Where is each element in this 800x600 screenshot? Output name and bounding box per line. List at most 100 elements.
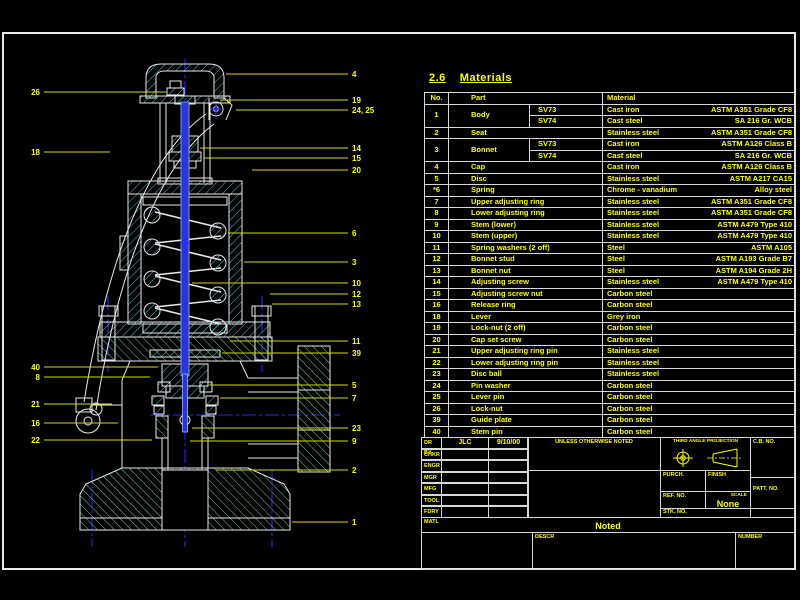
table-row: 5 Disc Stainless steel ASTM A217 CA15 [424, 172, 796, 185]
variant-cell: SV74 [529, 149, 603, 162]
material-cell: Stainless steel ASTM A351 Grade CF8 [602, 126, 796, 139]
callout-label: 16 [31, 419, 40, 428]
materials-table: No. Part Material 1 Body SV73 Cast iron ASTM… [424, 92, 796, 438]
approval-date [488, 483, 529, 495]
section-name: Materials [459, 72, 512, 84]
material-name: Carbon steel [607, 300, 653, 309]
material-name: Grey iron [607, 311, 641, 321]
part-name-cell: Bonnet stud [448, 253, 603, 266]
callout-label: 10 [352, 279, 361, 288]
callout-label: 22 [31, 436, 40, 445]
part-no-cell: 1 [424, 103, 449, 128]
part-name-cell: Upper adjusting ring pin [448, 345, 603, 358]
callout-label: 26 [31, 88, 40, 97]
material-name: Stainless steel [607, 219, 660, 229]
material-spec: ASTM A105 [751, 242, 792, 252]
descr-cell: DESCR [532, 532, 736, 570]
material-name: Carbon steel [607, 380, 653, 390]
table-row: *6 Spring Chrome - vanadium Alloy steel [424, 184, 796, 197]
material-cell: Stainless steel [602, 368, 796, 381]
part-name-cell: Stem (lower) [448, 218, 603, 231]
callout-label: 23 [352, 424, 361, 433]
material-spec: ASTM A194 Grade 2H [715, 265, 792, 275]
part-no-cell: 5 [424, 172, 449, 185]
part-name-cell: Body [448, 103, 530, 128]
approval-initials [441, 448, 489, 460]
table-row: 15 Adjusting screw nut Carbon steel [424, 287, 796, 300]
variant-cell: SV74 [529, 115, 603, 128]
table-row: 1 Body SV73 Cast iron ASTM A351 Grade CF8 [424, 103, 796, 128]
table-row: 22 Lower adjusting ring pin Stainless stee… [424, 356, 796, 369]
part-no-cell: *6 [424, 184, 449, 197]
part-name-cell: Cap set screw [448, 333, 603, 346]
number-label: NUMBER [738, 534, 763, 540]
table-row: 20 Cap set screw Carbon steel [424, 333, 796, 346]
callout-label: 1 [352, 518, 357, 527]
part-name-cell: Guide plate [448, 414, 603, 427]
part-name-cell: Upper adjusting ring [448, 195, 603, 208]
table-row: 39 Guide plate Carbon steel [424, 414, 796, 427]
material-cell: Carbon steel [602, 391, 796, 404]
title-block-approvals: DR BY JLC 9/10/00 CHKR ENGR MGR MFG TOOL FDRY [421, 437, 529, 518]
approval-role-label: CHKR [421, 448, 442, 460]
material-spec: ASTM A193 Grade B7 [715, 254, 792, 263]
material-cell: Steel ASTM A194 Grade 2H [602, 264, 796, 277]
part-no-cell: 39 [424, 414, 449, 427]
callout-label: 5 [352, 381, 357, 390]
material-name: Carbon steel [607, 415, 653, 424]
material-spec: ASTM A351 Grade CF8 [711, 104, 792, 114]
table-row: 19 Lock-nut (2 off) Carbon steel [424, 322, 796, 335]
approval-initials [441, 494, 489, 506]
part-name-cell: Pin washer [448, 379, 603, 392]
bottom-left-cell [421, 532, 533, 570]
table-row: 10 Stem (upper) Stainless steel ASTM A479 T… [424, 230, 796, 243]
table-row: 26 Lock-nut Carbon steel [424, 402, 796, 415]
section-number: 2.6 [429, 72, 446, 84]
material-name: Stainless steel [607, 369, 660, 378]
notes-cell: UNLESS OTHERWISE NOTED [527, 437, 661, 471]
material-cell: Carbon steel [602, 299, 796, 312]
table-row: 40 Stem pin Carbon steel [424, 425, 796, 438]
material-cell: Steel ASTM A105 [602, 241, 796, 254]
approval-date [488, 460, 529, 472]
part-name-cell: Release ring [448, 299, 603, 312]
callout-label: 13 [352, 300, 361, 309]
part-no-cell: 15 [424, 287, 449, 300]
material-cell: Stainless steel ASTM A217 CA15 [602, 172, 796, 185]
approval-initials [441, 460, 489, 472]
table-row: 23 Disc ball Stainless steel [424, 368, 796, 381]
table-row: 24 Pin washer Carbon steel [424, 379, 796, 392]
patt-no-cell: PATT. NO. [750, 477, 795, 518]
part-no-cell: 8 [424, 207, 449, 220]
material-name: Stainless steel [607, 231, 660, 240]
part-name-cell: Lever [448, 310, 603, 323]
material-name: Stainless steel [607, 346, 660, 355]
material-name: Steel [607, 242, 625, 252]
material-spec: ASTM A126 Class B [721, 162, 792, 171]
approval-role-label: MFG [421, 483, 442, 495]
part-name-cell: Adjusting screw nut [448, 287, 603, 300]
material-cell: Carbon steel [602, 379, 796, 392]
material-name: Steel [607, 254, 625, 263]
stem-group [180, 101, 190, 433]
material-spec: SA 216 Gr. WCB [734, 150, 792, 160]
part-no-cell: 12 [424, 253, 449, 266]
part-no-cell: 16 [424, 299, 449, 312]
callout-label: 40 [31, 363, 40, 372]
material-cell: Carbon steel [602, 322, 796, 335]
material-name: Stainless steel [607, 127, 660, 137]
material-cell: Grey iron [602, 310, 796, 323]
callout-label: 12 [352, 290, 361, 299]
material-name: Cast iron [607, 104, 640, 114]
material-spec: SA 216 Gr. WCB [734, 116, 792, 125]
matl-cell: MATL Noted [421, 517, 795, 533]
material-cell: Carbon steel [602, 333, 796, 346]
part-name-cell: Adjusting screw [448, 276, 603, 289]
material-name: Carbon steel [607, 426, 653, 436]
approval-role-label: FDRY [421, 506, 442, 518]
part-no-cell: 18 [424, 310, 449, 323]
variant-cell: SV73 [529, 103, 603, 116]
material-cell: Cast iron ASTM A351 Grade CF8 [602, 103, 796, 116]
material-name: Stainless steel [607, 357, 660, 367]
col-header-material: Material [602, 92, 796, 105]
